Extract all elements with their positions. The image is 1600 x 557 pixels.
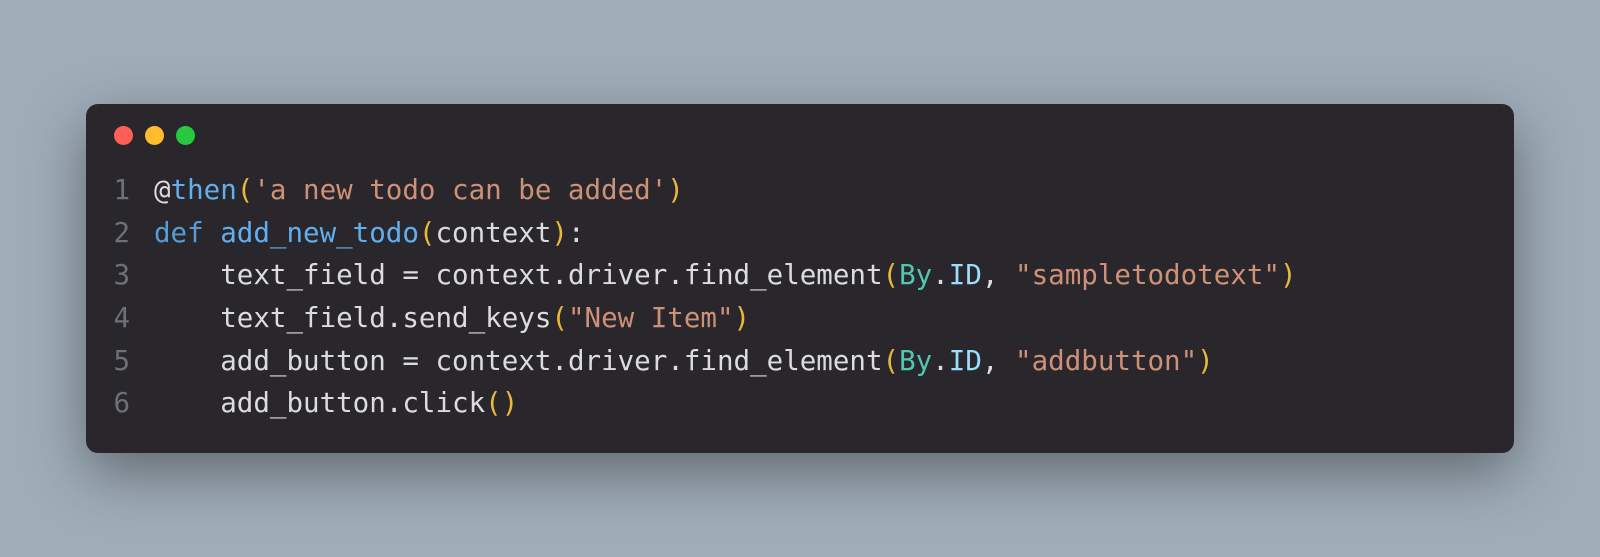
tok-at: @ xyxy=(154,174,171,206)
tok-var: text_field xyxy=(220,302,386,334)
tok-paren: ) xyxy=(734,302,751,334)
code-editor: 1 @then('a new todo can be added') 2 def… xyxy=(86,155,1514,453)
line-number: 6 xyxy=(86,382,154,425)
tok-function: add_new_todo xyxy=(220,217,419,249)
tok-paren: ) xyxy=(1280,259,1297,291)
tok-var: text_field xyxy=(220,259,386,291)
tok-attr: ID xyxy=(949,345,982,377)
line-number: 2 xyxy=(86,212,154,255)
tok-comma: , xyxy=(982,345,1015,377)
tok-paren: ) xyxy=(551,217,568,249)
tok-assign: = xyxy=(386,345,436,377)
tok-string: "New Item" xyxy=(568,302,734,334)
line-number: 5 xyxy=(86,340,154,383)
minimize-icon[interactable] xyxy=(145,126,164,145)
code-content: text_field = context.driver.find_element… xyxy=(154,254,1297,297)
tok-dot: . xyxy=(551,345,568,377)
tok-dot: . xyxy=(386,387,403,419)
code-line: 3 text_field = context.driver.find_eleme… xyxy=(86,254,1514,297)
code-content: text_field.send_keys("New Item") xyxy=(154,297,750,340)
tok-var: add_button xyxy=(220,345,386,377)
close-icon[interactable] xyxy=(114,126,133,145)
tok-indent xyxy=(154,345,220,377)
tok-paren: ( xyxy=(419,217,436,249)
tok-dot: . xyxy=(667,345,684,377)
tok-dot: . xyxy=(667,259,684,291)
code-content: add_button.click() xyxy=(154,382,518,425)
tok-dot: . xyxy=(932,345,949,377)
tok-string: "sampletodotext" xyxy=(1015,259,1280,291)
tok-string: "addbutton" xyxy=(1015,345,1197,377)
tok-attr: ID xyxy=(949,259,982,291)
tok-dot: . xyxy=(386,302,403,334)
code-line: 4 text_field.send_keys("New Item") xyxy=(86,297,1514,340)
tok-identifier: context xyxy=(435,259,551,291)
tok-identifier: context xyxy=(435,345,551,377)
tok-param: context xyxy=(435,217,551,249)
tok-paren: ( xyxy=(883,259,900,291)
tok-string: 'a new todo can be added' xyxy=(253,174,667,206)
code-line: 5 add_button = context.driver.find_eleme… xyxy=(86,340,1514,383)
tok-decorator: then xyxy=(171,174,237,206)
tok-class: By xyxy=(899,345,932,377)
tok-paren: ( xyxy=(237,174,254,206)
line-number: 3 xyxy=(86,254,154,297)
tok-method: send_keys xyxy=(402,302,551,334)
tok-var: add_button xyxy=(220,387,386,419)
tok-keyword: def xyxy=(154,217,204,249)
line-number: 4 xyxy=(86,297,154,340)
code-content: add_button = context.driver.find_element… xyxy=(154,340,1214,383)
tok-dot: . xyxy=(932,259,949,291)
tok-method: click xyxy=(402,387,485,419)
line-number: 1 xyxy=(86,169,154,212)
tok-paren: ) xyxy=(667,174,684,206)
tok-indent xyxy=(154,259,220,291)
tok-indent xyxy=(154,302,220,334)
tok-identifier: driver xyxy=(568,345,667,377)
tok-paren: ( xyxy=(485,387,502,419)
tok-method: find_element xyxy=(684,259,883,291)
code-line: 6 add_button.click() xyxy=(86,382,1514,425)
tok-colon: : xyxy=(568,217,585,249)
tok-indent xyxy=(154,387,220,419)
tok-method: find_element xyxy=(684,345,883,377)
tok-identifier: driver xyxy=(568,259,667,291)
code-line: 2 def add_new_todo(context): xyxy=(86,212,1514,255)
tok-dot: . xyxy=(551,259,568,291)
tok-assign: = xyxy=(386,259,436,291)
code-window: 1 @then('a new todo can be added') 2 def… xyxy=(86,104,1514,453)
maximize-icon[interactable] xyxy=(176,126,195,145)
tok-paren: ( xyxy=(551,302,568,334)
tok-paren: ) xyxy=(1197,345,1214,377)
code-line: 1 @then('a new todo can be added') xyxy=(86,169,1514,212)
code-content: @then('a new todo can be added') xyxy=(154,169,684,212)
tok-paren: ( xyxy=(883,345,900,377)
tok-class: By xyxy=(899,259,932,291)
tok-paren: ) xyxy=(502,387,519,419)
code-content: def add_new_todo(context): xyxy=(154,212,585,255)
tok-comma: , xyxy=(982,259,1015,291)
window-titlebar xyxy=(86,104,1514,155)
